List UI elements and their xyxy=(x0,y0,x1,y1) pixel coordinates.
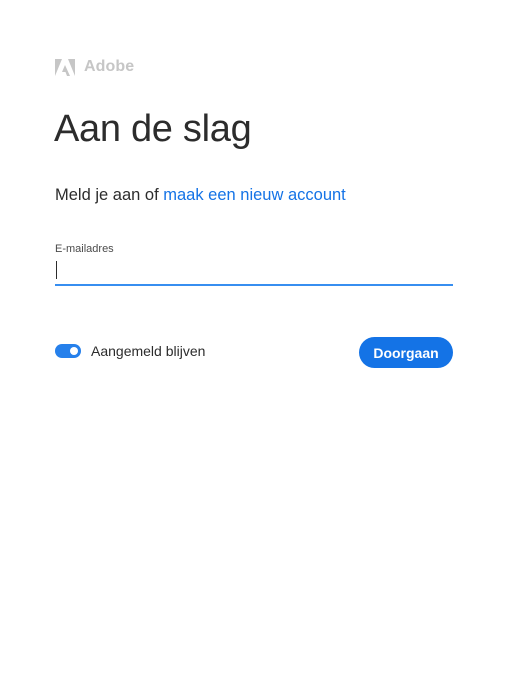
email-field[interactable] xyxy=(55,258,453,286)
stay-signed-in-label: Aangemeld blijven xyxy=(91,343,206,359)
create-account-link[interactable]: maak een nieuw account xyxy=(163,186,346,204)
sign-in-prompt: Meld je aan of maak een nieuw account xyxy=(55,186,346,205)
sign-in-page: Adobe Aan de slag Meld je aan of maak ee… xyxy=(0,0,508,698)
email-label: E-mailadres xyxy=(55,243,114,255)
brand-header: Adobe xyxy=(55,58,134,76)
continue-button[interactable]: Doorgaan xyxy=(359,337,453,368)
page-title: Aan de slag xyxy=(54,108,252,150)
text-caret xyxy=(56,261,57,279)
adobe-logo-icon xyxy=(55,58,75,76)
sign-in-prompt-text: Meld je aan of xyxy=(55,186,164,204)
brand-name: Adobe xyxy=(84,58,135,75)
stay-signed-in-row[interactable]: Aangemeld blijven xyxy=(55,343,205,359)
toggle-knob xyxy=(70,347,78,355)
stay-signed-in-toggle[interactable] xyxy=(55,344,81,358)
